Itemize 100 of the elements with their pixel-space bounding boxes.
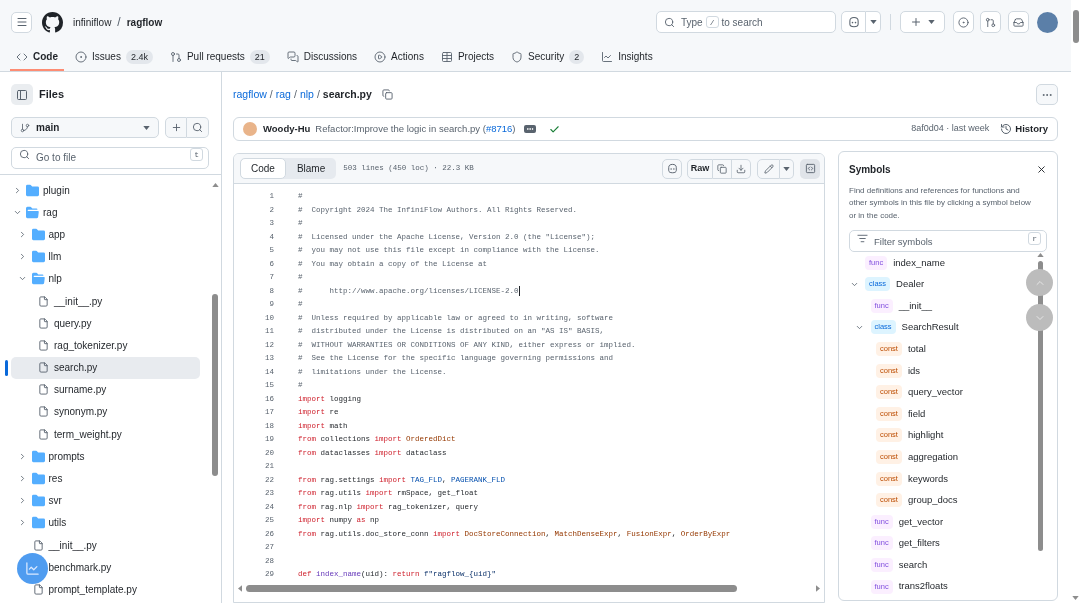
symbols-toggle-button[interactable] — [800, 158, 820, 179]
file-tree-item[interactable]: llm — [11, 245, 200, 268]
assistant-button[interactable] — [841, 11, 866, 33]
repo-tab[interactable]: Pull requests 21 — [163, 44, 276, 71]
file-tree-item[interactable]: __init__.py — [11, 534, 200, 557]
expand-message-button[interactable] — [524, 125, 537, 133]
file-tree-item[interactable]: svr — [11, 489, 200, 512]
branch-select[interactable]: main — [11, 117, 159, 138]
search-button[interactable] — [187, 117, 209, 138]
file-tree-item[interactable]: prompt_template.py — [11, 578, 200, 601]
repo-tab[interactable]: Code — [10, 44, 64, 71]
history-button[interactable]: History — [1000, 121, 1048, 137]
file-tree-item[interactable]: query.py — [11, 312, 200, 335]
commit-meta: 8af0d04 · last week — [911, 122, 990, 136]
line-chart-icon — [601, 50, 614, 63]
scroll-right-icon — [816, 584, 820, 592]
assistant-button[interactable] — [662, 158, 682, 179]
file-tree-item[interactable]: surname.py — [11, 378, 200, 401]
speech-bubbles-icon — [286, 50, 299, 63]
more-options-button[interactable] — [1036, 84, 1058, 105]
file-icon — [38, 295, 49, 307]
issues-button[interactable] — [953, 11, 974, 33]
folder-icon — [31, 494, 45, 508]
user-avatar[interactable] — [1037, 11, 1058, 33]
repo-link[interactable]: ragflow — [126, 14, 163, 30]
file-icon — [32, 539, 44, 551]
file-tree-item[interactable]: res — [11, 467, 200, 490]
copy-icon — [381, 89, 393, 100]
caret-down-icon — [783, 166, 790, 171]
folder-icon — [31, 227, 45, 241]
repo-tab[interactable]: Insights — [595, 44, 659, 71]
commit-author[interactable]: Woody-Hu — [263, 121, 311, 137]
download-icon — [736, 163, 746, 174]
code-square-icon — [804, 163, 816, 174]
folder-icon — [31, 449, 45, 463]
edit-options-button[interactable] — [780, 158, 794, 179]
search-field[interactable]: Type / to search — [656, 11, 836, 33]
scroll-down-icon — [1072, 596, 1079, 600]
close-icon — [1035, 163, 1047, 175]
file-tree-item[interactable]: rag_tokenizer.py — [11, 334, 200, 357]
selection-indicator — [5, 359, 8, 376]
robot-face-icon — [666, 163, 678, 174]
file-icon — [38, 339, 49, 351]
file-tree-item[interactable]: utils — [11, 511, 200, 534]
repo-tab[interactable]: Actions — [368, 44, 430, 71]
sidebar-title: Files — [39, 87, 65, 103]
history-icon — [1000, 123, 1013, 135]
repo-tab[interactable]: Discussions — [280, 44, 364, 71]
menu-button[interactable] — [11, 11, 32, 33]
repo-tab[interactable]: Security 2 — [505, 44, 591, 71]
file-icon — [38, 406, 49, 418]
breadcrumb-separator: / — [316, 86, 320, 102]
scroll-down-button[interactable] — [1026, 304, 1053, 331]
repo-tab[interactable]: Issues 2.4k — [69, 44, 159, 71]
plus-icon — [910, 16, 922, 28]
scroll-up-button[interactable] — [1026, 269, 1053, 296]
view-tab[interactable]: Blame — [285, 158, 337, 179]
inbox-button[interactable] — [1008, 11, 1029, 33]
file-tree-item[interactable]: plugin — [11, 179, 200, 202]
file-tree-item[interactable]: term_weight.py — [11, 423, 200, 446]
file-tree-item[interactable]: prompts — [11, 445, 200, 468]
breadcrumb-current: search.py — [322, 86, 372, 102]
breadcrumb-link[interactable]: nlp — [299, 86, 314, 103]
copy-button[interactable] — [713, 158, 732, 179]
logo-icon[interactable] — [42, 11, 63, 33]
view-tab[interactable]: Code — [240, 158, 286, 179]
breadcrumb-link[interactable]: ragflow — [233, 86, 267, 103]
add-file-button[interactable] — [165, 117, 187, 138]
collapse-panel-button[interactable] — [11, 84, 33, 105]
breadcrumb-link[interactable]: rag — [275, 86, 291, 103]
pull-requests-button[interactable] — [980, 11, 1001, 33]
file-tree-item[interactable]: search.py — [11, 356, 200, 379]
file-tree-item[interactable]: app — [11, 223, 200, 246]
file-icon — [38, 384, 49, 396]
copy-icon — [717, 163, 727, 174]
branch-icon — [20, 122, 30, 133]
repo-tab[interactable]: Projects — [434, 44, 501, 71]
close-button[interactable] — [1035, 163, 1047, 175]
folder-icon — [31, 472, 45, 486]
ellipsis-icon — [526, 125, 535, 133]
raw-button[interactable]: Raw — [687, 158, 713, 179]
pull-request-icon — [169, 50, 182, 63]
author-avatar — [243, 122, 257, 136]
file-tree-item[interactable]: __init__.py — [11, 290, 200, 313]
owner-link[interactable]: infiniflow — [73, 14, 112, 30]
caret-down-icon — [869, 20, 877, 24]
file-tree-item[interactable]: rag — [11, 201, 200, 224]
issue-icon — [958, 16, 969, 28]
file-tree-item[interactable]: nlp — [11, 267, 200, 290]
create-new-button[interactable] — [900, 11, 945, 33]
plus-icon — [170, 122, 182, 133]
download-button[interactable] — [732, 158, 751, 179]
assistant-menu-button[interactable] — [866, 11, 881, 33]
file-icon — [32, 583, 44, 595]
copy-path-button[interactable] — [380, 88, 394, 101]
path-separator: / — [117, 14, 121, 31]
search-icon — [192, 122, 203, 133]
floating-chart-button[interactable] — [17, 553, 48, 584]
table-icon — [440, 50, 453, 63]
file-tree-item[interactable]: synonym.py — [11, 400, 200, 423]
